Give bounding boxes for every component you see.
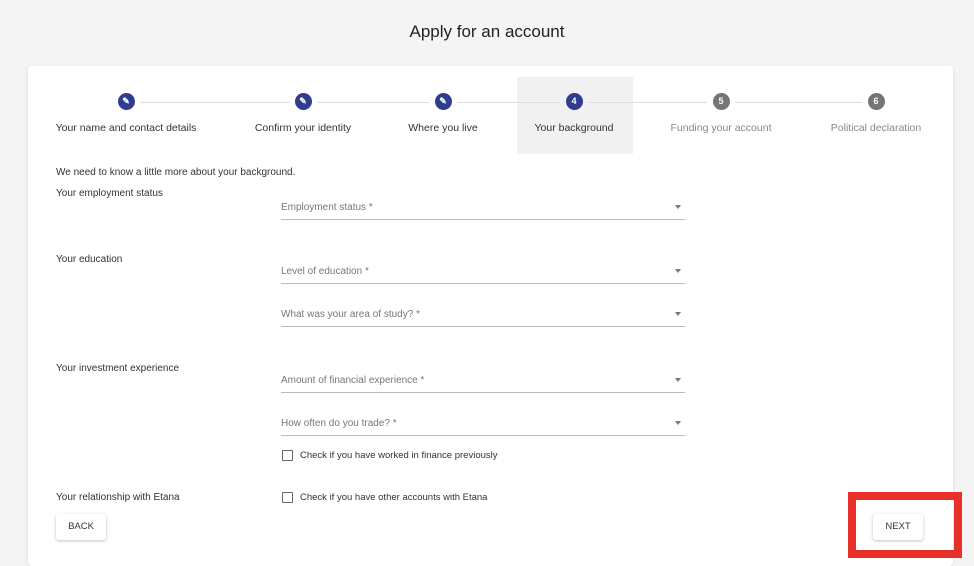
step-funding[interactable]: 5 Funding your account [636,93,806,134]
worked-in-finance-checkbox[interactable]: Check if you have worked in finance prev… [282,450,498,461]
section-employment: Your employment status [56,188,163,199]
pencil-icon: ✎ [117,93,135,110]
placeholder: How often do you trade? * [281,418,397,429]
pencil-icon: ✎ [294,93,312,110]
dropdown-arrow-icon [675,312,681,316]
other-accounts-checkbox[interactable]: Check if you have other accounts with Et… [282,492,487,503]
step-number: 5 [712,93,730,110]
checkbox-icon[interactable] [282,492,293,503]
next-button-highlight [848,492,962,558]
step-your-background[interactable]: 4 Your background [489,93,659,134]
section-investment: Your investment experience [56,363,180,374]
section-relationship: Your relationship with Etana [56,492,180,503]
back-button[interactable]: BACK [56,514,106,540]
dropdown-arrow-icon [675,421,681,425]
checkbox-icon[interactable] [282,450,293,461]
step-label: Funding your account [670,122,772,134]
employment-status-select[interactable]: Employment status * [281,199,685,220]
page-title: Apply for an account [409,22,565,41]
step-label: Political declaration [830,122,922,134]
area-of-study-select[interactable]: What was your area of study? * [281,306,685,327]
step-label: Your name and contact details [55,122,197,134]
checkbox-label: Check if you have worked in finance prev… [300,450,498,461]
step-number: 4 [565,93,583,110]
step-name-contact[interactable]: ✎ Your name and contact details [41,93,211,134]
placeholder: What was your area of study? * [281,309,420,320]
step-number: 6 [867,93,885,110]
trade-frequency-select[interactable]: How often do you trade? * [281,415,685,436]
financial-experience-select[interactable]: Amount of financial experience * [281,372,685,393]
step-label: Your background [534,122,614,134]
dropdown-arrow-icon [675,205,681,209]
intro-text: We need to know a little more about your… [56,167,296,178]
pencil-icon: ✎ [434,93,452,110]
checkbox-label: Check if you have other accounts with Et… [300,492,488,503]
section-education: Your education [56,254,123,265]
placeholder: Employment status * [281,202,373,213]
placeholder: Level of education * [281,266,369,277]
step-political[interactable]: 6 Political declaration [791,93,961,134]
dropdown-arrow-icon [675,269,681,273]
education-level-select[interactable]: Level of education * [281,263,685,284]
dropdown-arrow-icon [675,378,681,382]
placeholder: Amount of financial experience * [281,375,425,386]
